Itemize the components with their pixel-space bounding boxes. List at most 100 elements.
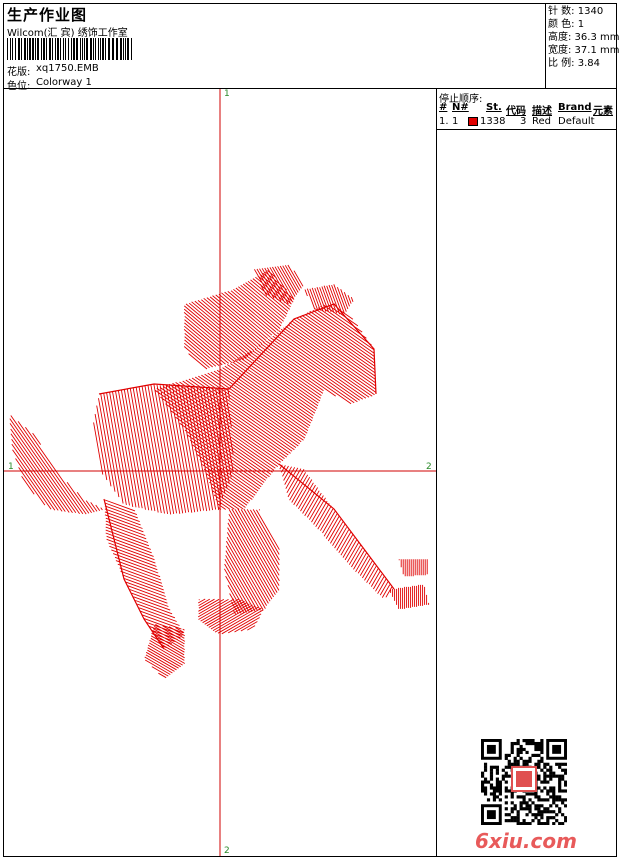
qr-module: [504, 801, 508, 805]
qr-module: [552, 771, 556, 775]
barcode-bar: [93, 38, 94, 60]
qr-module: [549, 795, 553, 799]
qr-module: [516, 816, 520, 820]
qr-module: [531, 753, 535, 757]
qr-module: [537, 759, 541, 763]
qr-module: [540, 744, 544, 749]
qr-module: [534, 804, 538, 808]
qr-module: [507, 813, 511, 817]
barcode-bar: [102, 38, 104, 60]
barcode-bar: [120, 38, 122, 60]
qr-module: [537, 777, 541, 781]
qr-module: [498, 786, 502, 790]
qr-module: [540, 798, 544, 802]
qr-module: [549, 777, 553, 781]
qr-module: [501, 768, 505, 772]
qr-module: [534, 747, 538, 752]
qr-module: [522, 819, 526, 823]
qr-module: [519, 750, 523, 755]
qr-module: [561, 777, 565, 781]
stats-panel: 针 数: 1340 颜 色: 1 高度: 36.3 mm 宽度: 37.1 mm…: [545, 3, 620, 89]
qr-module: [552, 786, 556, 790]
qr-module: [552, 792, 556, 796]
qr-module: [546, 819, 550, 823]
qr-module: [552, 822, 556, 825]
qr-module: [516, 750, 520, 755]
qr-module: [516, 822, 520, 825]
barcode-bar: [35, 38, 36, 60]
qr-module: [519, 795, 523, 799]
qr-module: [510, 741, 514, 746]
qr-module: [534, 744, 538, 749]
qr-module: [546, 807, 550, 811]
qr-module: [540, 741, 544, 746]
design-file-name: xq1750.EMB: [36, 63, 99, 74]
qr-module: [516, 741, 520, 746]
qr-module: [537, 807, 541, 811]
qr-module: [540, 822, 544, 825]
qr-module: [537, 762, 541, 766]
qr-module: [516, 753, 520, 757]
qr-finder: [552, 744, 562, 754]
qr-module: [546, 822, 550, 825]
qr-module: [564, 762, 567, 766]
qr-module: [531, 739, 535, 743]
qr-module: [481, 780, 485, 784]
qr-module: [543, 810, 547, 814]
qr-module: [558, 822, 562, 825]
qr-module: [528, 798, 532, 802]
qr-module: [552, 774, 556, 778]
qr-module: [552, 816, 556, 820]
qr-module: [525, 750, 529, 755]
qr-module: [549, 768, 553, 772]
qr-module: [528, 739, 532, 743]
qr-module: [516, 819, 520, 823]
qr-module: [519, 744, 523, 749]
qr-module: [504, 819, 508, 823]
barcode-bar: [112, 38, 114, 60]
qr-module: [552, 801, 556, 805]
qr-module: [558, 783, 562, 787]
qr-module: [489, 777, 494, 781]
barcode-bar: [27, 38, 28, 60]
qr-module: [564, 783, 567, 787]
qr-module: [525, 813, 529, 817]
qr-module: [543, 774, 547, 778]
qr-module: [481, 789, 485, 793]
qr-module: [546, 789, 550, 793]
barcode-bar: [71, 38, 72, 60]
qr-module: [492, 798, 497, 802]
barcode-bar: [116, 38, 118, 60]
qr-module: [540, 813, 544, 817]
embroidery-preview: [4, 89, 436, 856]
qr-module: [495, 783, 499, 787]
row-stitches: 1338: [480, 116, 506, 127]
qr-module: [558, 789, 562, 793]
qr-module: [552, 810, 556, 814]
thread-color-swatch: [468, 117, 478, 126]
qr-module: [510, 795, 514, 799]
qr-module: [534, 762, 538, 766]
qr-module: [504, 780, 508, 784]
design-width: 宽度: 37.1 mm: [548, 45, 620, 56]
qr-module: [507, 819, 511, 823]
qr-module: [504, 753, 508, 757]
qr-module: [501, 774, 505, 778]
qr-module: [492, 786, 497, 790]
qr-module: [510, 750, 514, 755]
qr-module: [531, 813, 535, 817]
qr-module: [510, 801, 514, 805]
barcode-bar: [127, 38, 129, 60]
qr-module: [513, 819, 517, 823]
qr-module: [564, 771, 567, 775]
barcode-bar: [123, 38, 124, 60]
qr-module: [540, 739, 544, 743]
qr-module: [564, 816, 567, 820]
table-row[interactable]: 1. 1 1338 3 Red Default: [437, 116, 616, 129]
header-panel: 生产作业图 Wilcom(汇 宾) 绣饰工作室 花版: xq1750.EMB 色…: [3, 3, 617, 92]
qr-module: [498, 798, 502, 802]
qr-module: [558, 807, 562, 811]
qr-module: [516, 747, 520, 752]
qr-module: [483, 768, 488, 772]
qr-module: [537, 774, 541, 778]
